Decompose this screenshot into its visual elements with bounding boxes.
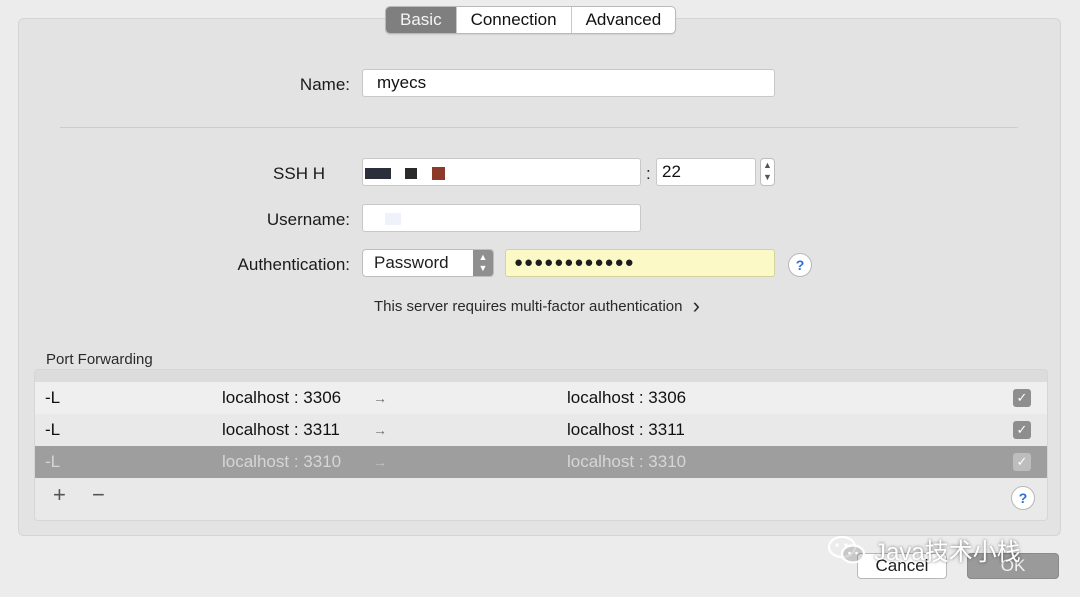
table-header [35, 370, 1047, 382]
stepper-up-icon[interactable]: ▲ [761, 159, 774, 171]
tab-bar: Basic Connection Advanced [385, 6, 677, 34]
forward-type: -L [45, 388, 61, 407]
enabled-checkbox[interactable]: ✓ [1013, 389, 1031, 407]
remote-address: localhost : 3306 [567, 388, 687, 407]
arrow-right-icon: → [373, 422, 387, 438]
authentication-method-select[interactable]: Password ▲ ▼ [362, 249, 494, 277]
enabled-checkbox[interactable]: ✓ [1013, 453, 1031, 471]
cancel-button[interactable]: Cancel [857, 553, 947, 579]
authentication-method-value: Password [374, 253, 449, 272]
arrow-right-icon: → [373, 390, 387, 406]
tab-advanced[interactable]: Advanced [570, 7, 676, 33]
remove-icon[interactable]: − [92, 482, 105, 508]
table-row[interactable]: -L localhost : 3306 → localhost : 3306 ✓ [35, 382, 1047, 414]
name-label: Name: [299, 75, 350, 94]
mfa-link[interactable]: This server requires multi-factor authen… [374, 291, 700, 318]
username-label: Username: [266, 210, 350, 229]
authentication-label: Authentication: [237, 255, 350, 274]
ssh-host-label: SSH H [273, 164, 325, 183]
password-field[interactable]: ●●●●●●●●●●●● [505, 249, 775, 277]
name-field[interactable] [362, 69, 775, 97]
local-address: localhost : 3311 [222, 420, 340, 439]
ok-button[interactable]: OK [967, 553, 1059, 579]
table-footer: + − ? [35, 478, 1047, 518]
arrow-right-icon: → [373, 454, 387, 470]
table-row[interactable]: -L localhost : 3310 → localhost : 3310 ✓ [35, 446, 1047, 478]
remote-address: localhost : 3310 [567, 452, 687, 471]
mfa-text: This server requires multi-factor authen… [374, 298, 683, 315]
port-field[interactable] [656, 158, 756, 186]
port-forwarding-table: -L localhost : 3306 → localhost : 3306 ✓… [34, 369, 1048, 521]
stepper-down-icon[interactable]: ▼ [761, 171, 774, 183]
table-row[interactable]: -L localhost : 3311 → localhost : 3311 ✓ [35, 414, 1047, 446]
add-icon[interactable]: + [53, 482, 66, 508]
auth-help-icon[interactable]: ? [788, 253, 812, 277]
port-forwarding-help-icon[interactable]: ? [1011, 486, 1035, 510]
remote-address: localhost : 3311 [567, 420, 685, 439]
tab-basic[interactable]: Basic [386, 7, 456, 33]
popup-arrows-icon: ▲ ▼ [473, 250, 493, 276]
forward-type: -L [45, 420, 61, 439]
port-separator: : [646, 164, 651, 183]
chevron-right-icon: › [692, 293, 700, 318]
forward-type: -L [45, 452, 61, 471]
enabled-checkbox[interactable]: ✓ [1013, 421, 1031, 439]
section-divider [60, 127, 1018, 128]
port-forwarding-title: Port Forwarding [46, 351, 153, 368]
username-field[interactable] [362, 204, 641, 232]
port-stepper[interactable]: ▲ ▼ [760, 158, 775, 186]
tab-connection[interactable]: Connection [455, 7, 571, 33]
ssh-host-field[interactable] [362, 158, 641, 186]
local-address: localhost : 3306 [222, 388, 342, 407]
local-address: localhost : 3310 [222, 452, 342, 471]
